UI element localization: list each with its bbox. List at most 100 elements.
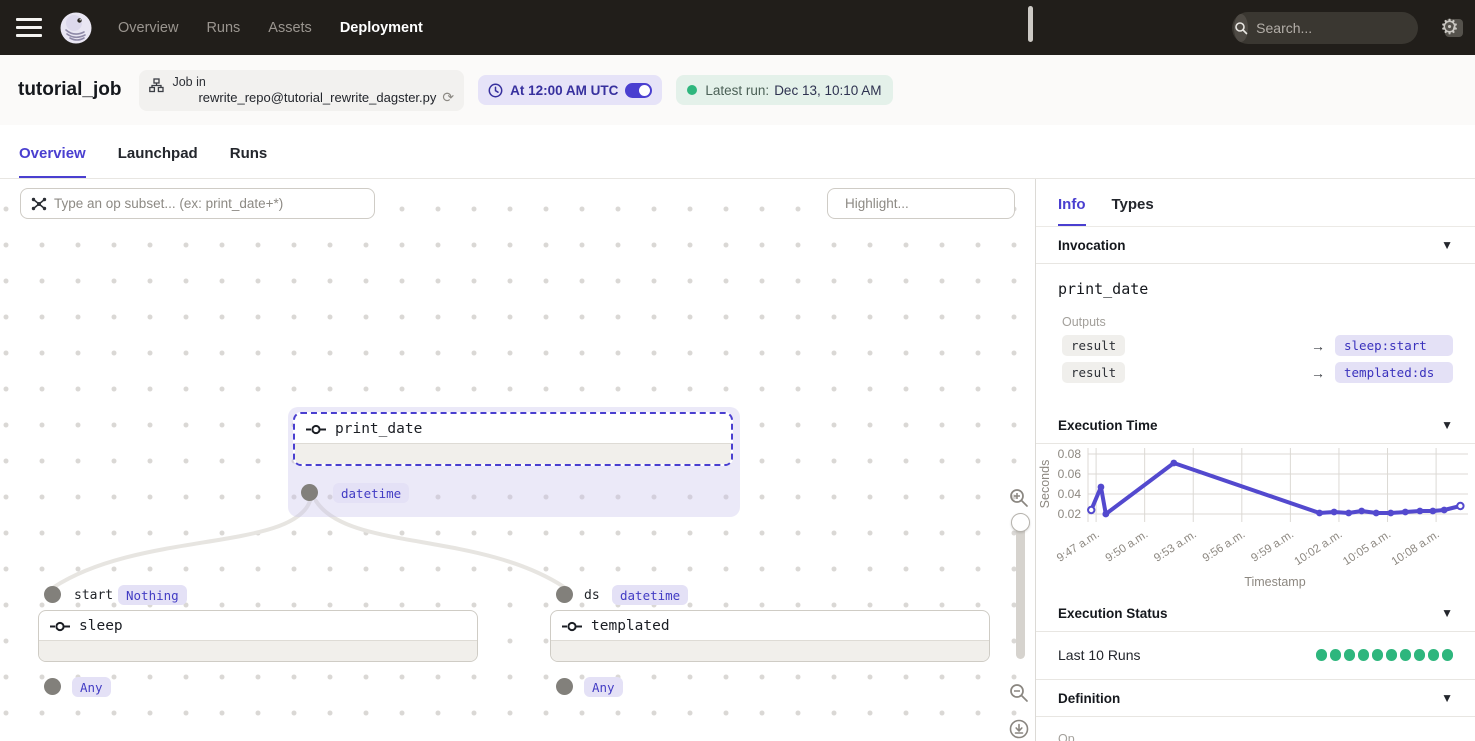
op-node-body: [39, 640, 477, 661]
search-input[interactable]: [1248, 20, 1445, 36]
zoom-slider-track[interactable]: [1016, 513, 1025, 659]
svg-text:9:50 a.m.: 9:50 a.m.: [1104, 528, 1151, 564]
op-node-sleep[interactable]: sleep: [38, 610, 478, 662]
svg-text:9:53 a.m.: 9:53 a.m.: [1152, 528, 1199, 564]
nav-item-assets[interactable]: Assets: [268, 20, 312, 36]
arrow-right-icon: →: [1311, 338, 1325, 354]
page-title: tutorial_job: [18, 79, 121, 101]
tab-runs[interactable]: Runs: [230, 145, 268, 178]
output-port-print-date[interactable]: [301, 484, 318, 501]
primary-nav: Overview Runs Assets Deployment: [118, 20, 423, 36]
svg-text:0.06: 0.06: [1058, 467, 1082, 481]
nav-item-deployment[interactable]: Deployment: [340, 20, 423, 36]
job-location-pill[interactable]: Job in rewrite_repo@tutorial_rewrite_dag…: [139, 70, 464, 111]
clock-icon: [488, 83, 503, 98]
input-name-start: start: [74, 588, 113, 603]
schedule-toggle[interactable]: [625, 83, 652, 98]
last-10-runs-label: Last 10 Runs: [1058, 647, 1141, 663]
op-node-templated[interactable]: templated: [550, 610, 990, 662]
job-in-label: Job in: [172, 75, 454, 89]
arrow-right-icon: →: [1311, 365, 1325, 381]
output-type-badge-any-2[interactable]: Any: [584, 677, 623, 697]
outputs-label: Outputs: [1058, 315, 1453, 329]
svg-text:9:56 a.m.: 9:56 a.m.: [1201, 528, 1248, 564]
tab-overview[interactable]: Overview: [19, 145, 86, 178]
zoom-in-icon[interactable]: [1009, 488, 1029, 508]
input-name-ds: ds: [584, 588, 600, 603]
op-kind-label: Op: [1058, 732, 1453, 741]
job-repo-path: rewrite_repo@tutorial_rewrite_dagster.py: [198, 90, 436, 105]
section-header-execution-time[interactable]: Execution Time ▼: [1036, 407, 1475, 444]
panel-tab-types[interactable]: Types: [1112, 196, 1154, 226]
fit-view-icon[interactable]: [1009, 719, 1029, 739]
dagster-logo-icon[interactable]: [58, 10, 94, 46]
output-port-sleep[interactable]: [44, 678, 61, 695]
op-info-panel: Info Types Invocation ▼ print_date Outpu…: [1035, 179, 1475, 741]
latest-run-pill[interactable]: Latest run: Dec 13, 10:10 AM: [676, 75, 892, 105]
op-graph-canvas[interactable]: print_date datetime start Nothing sleep …: [0, 179, 1035, 741]
job-graph-icon: [149, 78, 164, 93]
latest-run-label: Latest run:: [705, 83, 769, 98]
output-chip-result: result: [1062, 362, 1125, 383]
op-icon: [306, 424, 326, 435]
section-header-invocation[interactable]: Invocation ▼: [1036, 227, 1475, 264]
input-type-badge-nothing[interactable]: Nothing: [118, 585, 187, 605]
execution-time-chart: 0.02 0.04 0.06 0.08 9:47 a.m.9:50 a.m.9:53 a…: [1036, 444, 1474, 590]
settings-gear-icon[interactable]: ⚙: [1440, 17, 1459, 38]
svg-text:0.02: 0.02: [1058, 507, 1082, 521]
output-chip-result: result: [1062, 335, 1125, 356]
zoom-out-icon[interactable]: [1009, 683, 1029, 703]
zoom-slider-handle[interactable]: [1011, 513, 1030, 532]
section-title: Execution Status: [1058, 606, 1168, 621]
highlight-input[interactable]: [845, 196, 1022, 211]
op-node-name: templated: [591, 618, 670, 634]
input-port-sleep-start[interactable]: [44, 586, 61, 603]
svg-text:9:47 a.m.: 9:47 a.m.: [1055, 528, 1102, 564]
svg-text:0.04: 0.04: [1058, 487, 1082, 501]
schedule-label: At 12:00 AM UTC: [510, 83, 618, 98]
op-node-name: print_date: [335, 421, 422, 437]
global-search[interactable]: /: [1232, 12, 1418, 44]
run-status-dots[interactable]: [1316, 649, 1454, 661]
op-subset-input-wrap: [20, 188, 375, 219]
output-port-templated[interactable]: [556, 678, 573, 695]
section-title: Invocation: [1058, 238, 1126, 253]
op-node-print-date[interactable]: print_date: [293, 412, 733, 466]
svg-text:9:59 a.m.: 9:59 a.m.: [1249, 528, 1296, 564]
output-target-templated-ds[interactable]: templated:ds: [1335, 362, 1453, 383]
job-tabs: Overview Launchpad Runs: [0, 125, 1475, 179]
input-type-badge-datetime[interactable]: datetime: [612, 585, 688, 605]
output-mapping-row: result → templated:ds: [1058, 362, 1453, 383]
op-node-body: [295, 443, 731, 464]
schedule-pill[interactable]: At 12:00 AM UTC: [478, 75, 662, 105]
last-10-runs-row: Last 10 Runs: [1036, 632, 1475, 680]
run-status-dot: [687, 85, 697, 95]
chevron-down-icon: ▼: [1441, 418, 1453, 432]
input-port-templated-ds[interactable]: [556, 586, 573, 603]
section-header-definition[interactable]: Definition ▼: [1036, 680, 1475, 717]
refresh-icon[interactable]: ⟳: [442, 89, 454, 106]
output-target-sleep-start[interactable]: sleep:start: [1335, 335, 1453, 356]
job-header: tutorial_job Job in rewrite_repo@tutoria…: [0, 55, 1475, 125]
latest-run-time: Dec 13, 10:10 AM: [774, 83, 881, 98]
op-selector-icon: [31, 196, 47, 212]
svg-text:0.08: 0.08: [1058, 447, 1082, 461]
tab-launchpad[interactable]: Launchpad: [118, 145, 198, 178]
section-title: Execution Time: [1058, 418, 1158, 433]
op-node-name: sleep: [79, 618, 123, 634]
nav-item-overview[interactable]: Overview: [118, 20, 178, 36]
panel-tab-info[interactable]: Info: [1058, 196, 1086, 226]
output-type-badge-datetime[interactable]: datetime: [333, 483, 409, 503]
op-icon: [562, 621, 582, 632]
op-icon: [50, 621, 70, 632]
chevron-down-icon: ▼: [1441, 606, 1453, 620]
output-mapping-row: result → sleep:start: [1058, 335, 1453, 356]
output-type-badge-any[interactable]: Any: [72, 677, 111, 697]
invocation-op-name: print_date: [1058, 280, 1453, 298]
hamburger-menu-icon[interactable]: [16, 18, 42, 37]
chevron-down-icon: ▼: [1441, 691, 1453, 705]
nav-item-runs[interactable]: Runs: [206, 20, 240, 36]
svg-text:10:05 a.m.: 10:05 a.m.: [1341, 528, 1393, 568]
section-header-execution-status[interactable]: Execution Status ▼: [1036, 595, 1475, 632]
op-subset-input[interactable]: [54, 196, 364, 211]
